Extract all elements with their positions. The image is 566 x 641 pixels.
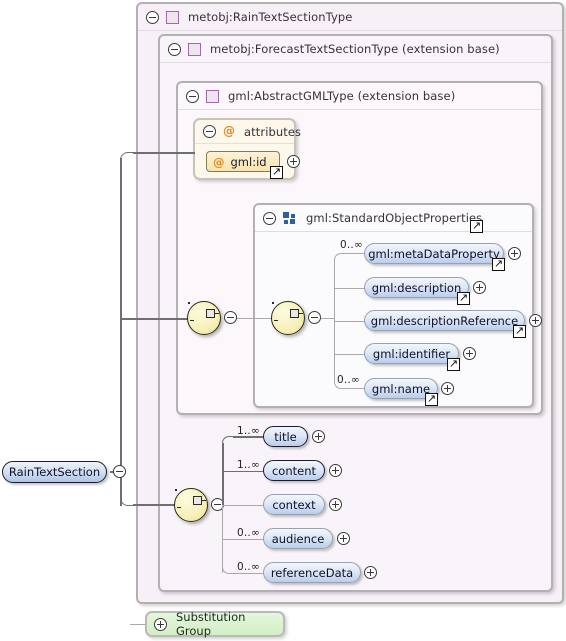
type-label-outer: metobj:RainTextSectionType [188, 10, 353, 24]
expand-toggle-audience-icon[interactable] [337, 532, 350, 545]
type-label-inner: gml:AbstractGMLType (extension base) [228, 89, 456, 103]
body-branch-4 [233, 573, 264, 575]
expand-toggle-title-icon[interactable] [312, 430, 325, 443]
element-gml-metadataproperty[interactable]: gml:metaDataProperty [364, 243, 504, 264]
element-label: gml:identifier [372, 346, 451, 361]
attribute-item-label: gml:id [230, 154, 267, 169]
model-group-icon [283, 211, 297, 225]
schema-diagram-canvas: metobj:RainTextSectionType metobj:Foreca… [0, 0, 566, 641]
collapse-toggle-inner-type-icon[interactable] [186, 89, 199, 103]
expand-toggle-gml-name-icon[interactable] [441, 382, 454, 395]
element-label: context [272, 497, 316, 512]
cardinality-label: 0..∞ [340, 239, 363, 251]
substitution-group-connector [130, 624, 146, 626]
element-label: audience [271, 531, 325, 546]
type-label-mid: metobj:ForecastTextSectionType (extensio… [210, 42, 500, 56]
cardinality-label: 0..∞ [337, 374, 360, 386]
substitution-group-box[interactable]: Substitution Group [145, 610, 285, 638]
gml-branch-4 [345, 388, 365, 390]
sequence-link-gml [237, 317, 272, 319]
element-label: gml:descriptionReference [370, 313, 519, 328]
element-label: gml:metaDataProperty [368, 246, 500, 261]
expand-toggle-gml-id-icon[interactable] [287, 155, 300, 168]
collapse-toggle-attributes-icon[interactable] [203, 125, 216, 138]
expand-toggle-gml-descriptionreference-icon[interactable] [529, 314, 542, 327]
root-connector-elbow-attributes [120, 152, 136, 166]
body-fanout-spine-required [222, 443, 224, 505]
type-header-outer: metobj:RainTextSectionType [138, 4, 562, 31]
collapse-toggle-group-icon[interactable] [263, 211, 276, 225]
substitution-group-label: Substitution Group [176, 610, 246, 638]
attributes-box: @ attributes @ gml:id [193, 118, 301, 180]
attribute-item-gml-id[interactable]: @ gml:id [206, 151, 280, 172]
navigate-link-icon[interactable] [457, 291, 470, 305]
expand-toggle-referencedata-icon[interactable] [364, 566, 377, 579]
collapse-toggle-root-element-icon[interactable] [113, 465, 126, 478]
type-header-inner: gml:AbstractGMLType (extension base) [178, 83, 541, 110]
navigate-link-icon[interactable] [447, 357, 460, 371]
element-label: content [271, 463, 317, 478]
model-group-label: gml:StandardObjectProperties [306, 211, 483, 225]
navigate-link-icon[interactable] [513, 324, 526, 338]
model-group-header: gml:StandardObjectProperties [255, 205, 532, 232]
navigate-link-icon[interactable] [470, 219, 483, 233]
sequence-node-body[interactable] [174, 488, 208, 522]
expand-toggle-gml-metadataproperty-icon[interactable] [508, 247, 521, 260]
sequence-node-gml-outer[interactable] [187, 301, 221, 335]
element-title[interactable]: title [263, 426, 308, 447]
navigate-link-icon[interactable] [492, 257, 505, 271]
element-label: title [274, 429, 297, 444]
expand-toggle-gml-description-icon[interactable] [473, 281, 486, 294]
complex-type-icon [206, 89, 219, 103]
gml-branch-1 [334, 287, 365, 289]
expand-toggle-context-icon[interactable] [329, 498, 342, 511]
gml-branch-3 [334, 353, 365, 355]
root-connector-vertical [120, 158, 122, 506]
root-element-label: RainTextSection [8, 465, 101, 479]
navigate-link-icon[interactable] [425, 392, 438, 406]
attributes-label: attributes [244, 124, 302, 139]
type-header-mid: metobj:ForecastTextSectionType (extensio… [160, 36, 551, 63]
attribute-icon: @ [223, 124, 235, 138]
sequence-node-gml-inner[interactable] [271, 301, 305, 335]
cardinality-label: 1..∞ [237, 425, 260, 437]
body-branch-2 [222, 504, 264, 506]
complex-type-icon [188, 42, 201, 56]
root-connector-to-body-sequence [133, 504, 175, 506]
element-label: referenceData [270, 565, 354, 580]
expand-toggle-content-icon[interactable] [329, 464, 342, 477]
expand-toggle-gml-identifier-icon[interactable] [463, 347, 476, 360]
root-element-rain-text-section[interactable]: RainTextSection [2, 461, 107, 483]
element-content[interactable]: content [263, 460, 325, 481]
element-context[interactable]: context [263, 494, 325, 515]
root-connector-to-attributes [133, 152, 195, 154]
cardinality-label: 0..∞ [237, 527, 260, 539]
cardinality-label: 0..∞ [237, 561, 260, 573]
element-referencedata[interactable]: referenceData [263, 562, 361, 583]
element-gml-identifier[interactable]: gml:identifier [364, 343, 459, 364]
cardinality-label: 1..∞ [237, 459, 260, 471]
expand-toggle-substitution-group-icon[interactable] [154, 617, 167, 631]
collapse-toggle-mid-type-icon[interactable] [168, 42, 181, 56]
root-connector-to-gml-sequence [120, 318, 188, 320]
collapse-toggle-outer-type-icon[interactable] [146, 10, 159, 24]
gml-branch-2 [334, 320, 365, 322]
gml-fanout-elbow-top [334, 253, 346, 265]
element-audience[interactable]: audience [263, 528, 333, 549]
gml-branch-0 [345, 253, 365, 255]
navigate-link-icon[interactable] [270, 165, 283, 179]
gml-fanout-stub [321, 317, 335, 319]
attribute-icon: @ [213, 154, 225, 169]
element-label: gml:description [371, 280, 462, 295]
collapse-toggle-sequence-gml-inner-icon[interactable] [308, 311, 321, 324]
attributes-header: @ attributes [195, 120, 301, 144]
complex-type-icon [166, 10, 179, 24]
collapse-toggle-sequence-gml-outer-icon[interactable] [224, 311, 237, 324]
element-gml-descriptionreference[interactable]: gml:descriptionReference [364, 310, 525, 331]
element-label: gml:name [371, 381, 431, 396]
element-gml-description[interactable]: gml:description [364, 277, 469, 298]
